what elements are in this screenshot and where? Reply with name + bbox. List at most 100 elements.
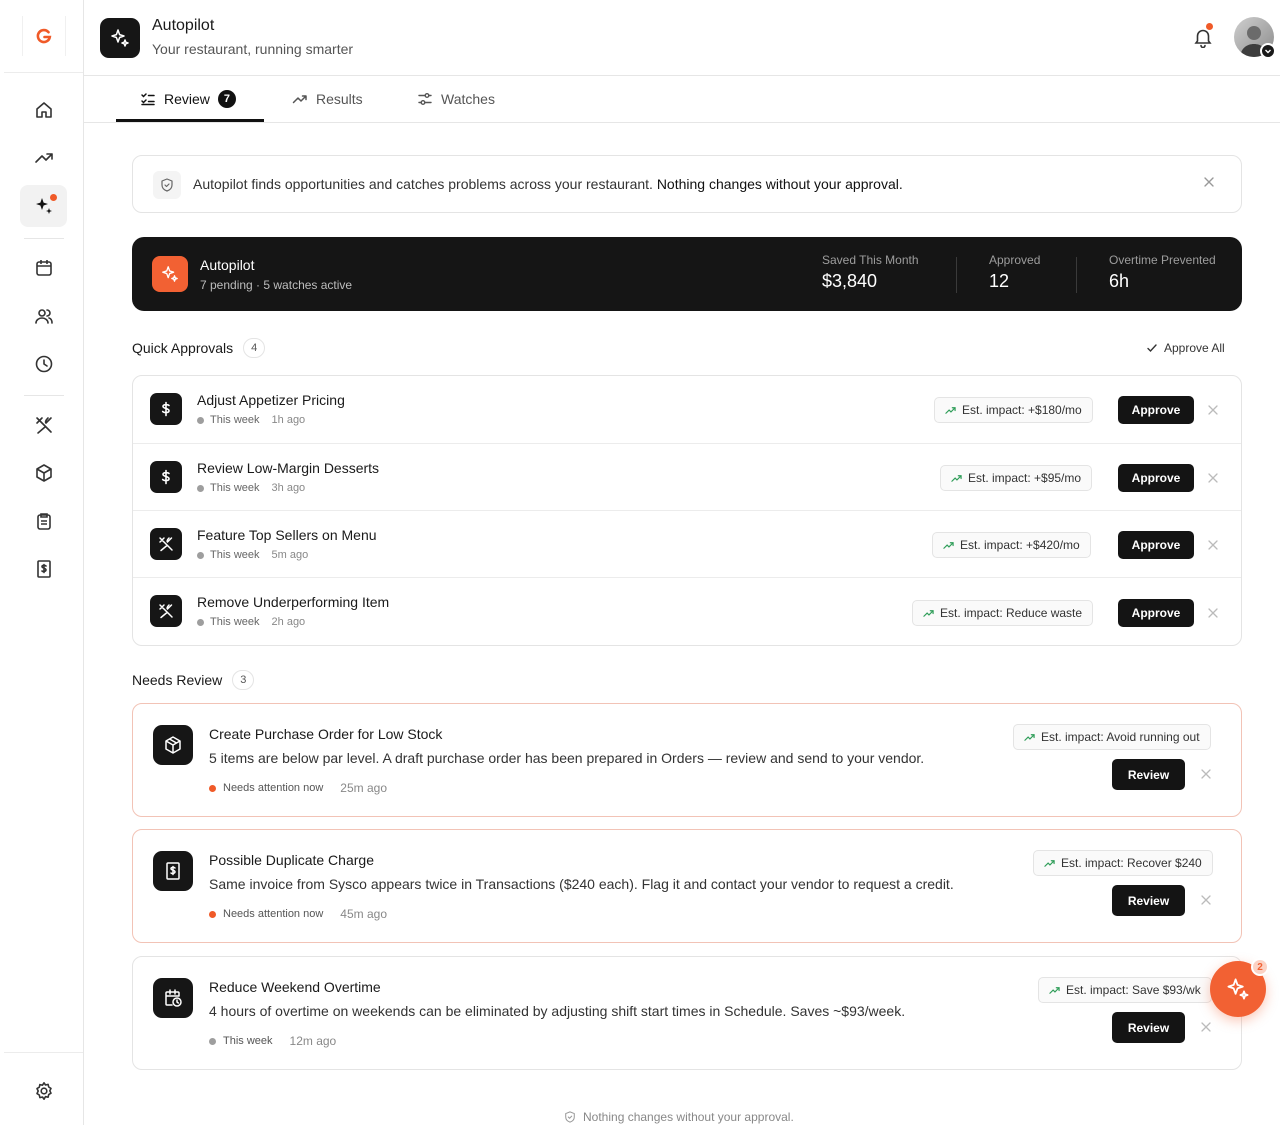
- sliders-icon: [418, 93, 432, 105]
- tab-bar: Review 7 Results Watches: [84, 76, 1280, 123]
- card-status: Needs attention now: [223, 782, 324, 794]
- utensils-icon[interactable]: [20, 404, 67, 446]
- list-item[interactable]: Remove Underperforming Item This week 2h…: [133, 577, 1241, 644]
- users-icon[interactable]: [20, 295, 67, 337]
- trend-up-icon[interactable]: [20, 137, 67, 179]
- approve-button[interactable]: Approve: [1118, 599, 1194, 627]
- approve-button[interactable]: Approve: [1118, 464, 1194, 492]
- calendar-icon[interactable]: [20, 247, 67, 289]
- tab-review-count: 7: [217, 90, 236, 108]
- stat-value: 12: [989, 271, 1010, 291]
- impact-badge: Est. impact: +$420/mo: [932, 532, 1091, 558]
- trend-up-icon: [1044, 859, 1055, 867]
- impact-badge: Est. impact: +$180/mo: [934, 397, 1093, 423]
- footer-note: Nothing changes without your approval.: [564, 1110, 794, 1124]
- clock-icon[interactable]: [20, 343, 67, 385]
- dismiss-icon[interactable]: [1207, 472, 1219, 484]
- stat-label: Saved This Month: [822, 253, 919, 267]
- card-time-ago: 45m ago: [340, 907, 387, 921]
- sparkle-icon[interactable]: [20, 185, 67, 227]
- impact-text: Est. impact: Recover $240: [1061, 856, 1202, 870]
- dismiss-icon[interactable]: [1207, 539, 1219, 551]
- review-card[interactable]: Reduce Weekend Overtime 4 hours of overt…: [132, 956, 1242, 1070]
- card-title: Reduce Weekend Overtime: [209, 979, 381, 995]
- item-title: Review Low-Margin Desserts: [197, 460, 380, 476]
- sparkle-icon: [1227, 978, 1249, 1000]
- gear-icon[interactable]: [20, 1070, 67, 1112]
- impact-badge: Est. impact: Avoid running out: [1013, 724, 1211, 750]
- review-card[interactable]: Possible Duplicate Charge Same invoice f…: [132, 829, 1242, 943]
- notification-dot: [1206, 23, 1213, 30]
- tab-watches-label: Watches: [441, 91, 495, 107]
- list-item[interactable]: Adjust Appetizer Pricing This week 1h ag…: [133, 376, 1241, 443]
- clipboard-icon[interactable]: [20, 500, 67, 542]
- dismiss-icon[interactable]: [1200, 1021, 1212, 1033]
- app-logo[interactable]: [21, 16, 66, 56]
- item-time-ago: 1h ago: [271, 414, 306, 426]
- item-time-ago: 3h ago: [271, 482, 306, 494]
- dismiss-icon[interactable]: [1207, 607, 1219, 619]
- item-when: This week: [210, 414, 260, 426]
- impact-text: Est. impact: +$420/mo: [960, 538, 1080, 552]
- impact-badge: Est. impact: Recover $240: [1033, 850, 1213, 876]
- list-item[interactable]: Feature Top Sellers on Menu This week 5m…: [133, 510, 1241, 577]
- bell-icon[interactable]: [1192, 23, 1214, 48]
- autopilot-app-icon: [100, 18, 140, 58]
- info-banner: Autopilot finds opportunities and catche…: [132, 155, 1242, 213]
- card-status: This week: [223, 1035, 273, 1047]
- banner-text-main: Autopilot finds opportunities and catche…: [193, 176, 653, 192]
- approve-all-button[interactable]: Approve All: [1146, 341, 1225, 355]
- tab-review[interactable]: Review 7: [140, 76, 236, 122]
- active-tab-indicator: [116, 119, 264, 122]
- box-icon: [153, 725, 193, 765]
- receipt-dollar-icon[interactable]: [20, 548, 67, 590]
- trend-up-icon: [292, 95, 307, 104]
- impact-text: Est. impact: Avoid running out: [1041, 730, 1200, 744]
- home-icon[interactable]: [20, 89, 67, 131]
- trend-up-icon: [951, 474, 962, 482]
- review-button[interactable]: Review: [1112, 759, 1185, 790]
- card-description: Same invoice from Sysco appears twice in…: [209, 876, 954, 892]
- approve-button[interactable]: Approve: [1118, 396, 1194, 424]
- review-button[interactable]: Review: [1112, 1012, 1185, 1043]
- close-icon[interactable]: [1203, 176, 1215, 188]
- item-title: Remove Underperforming Item: [197, 594, 390, 610]
- dismiss-icon[interactable]: [1200, 768, 1212, 780]
- impact-text: Est. impact: Save $93/wk: [1066, 983, 1201, 997]
- calendar-clock-icon: [153, 978, 193, 1018]
- dollar-icon: [150, 461, 182, 493]
- sparkle-icon: [152, 256, 188, 292]
- approve-button[interactable]: Approve: [1118, 531, 1194, 559]
- logo-area: [4, 0, 83, 73]
- impact-badge: Est. impact: Save $93/wk: [1038, 977, 1212, 1003]
- item-time-ago: 2h ago: [271, 616, 306, 628]
- list-item[interactable]: Review Low-Margin Desserts This week 3h …: [133, 443, 1241, 510]
- box-icon[interactable]: [20, 452, 67, 494]
- dismiss-icon[interactable]: [1200, 894, 1212, 906]
- review-card[interactable]: Create Purchase Order for Low Stock 5 it…: [132, 703, 1242, 817]
- impact-badge: Est. impact: +$95/mo: [940, 465, 1093, 491]
- stat-value: 6h: [1109, 271, 1130, 291]
- stat-overtime-prevented: Overtime Prevented 6h: [1109, 253, 1216, 292]
- stat-value: $3,840: [822, 271, 878, 291]
- impact-text: Est. impact: +$180/mo: [962, 403, 1082, 417]
- dismiss-icon[interactable]: [1207, 404, 1219, 416]
- chevron-down-icon[interactable]: [1260, 43, 1276, 59]
- sidebar-bottom: [4, 1052, 83, 1125]
- review-button[interactable]: Review: [1112, 885, 1185, 916]
- status-dot: [209, 1037, 216, 1045]
- shield-icon: [153, 171, 181, 199]
- tab-watches[interactable]: Watches: [417, 76, 495, 122]
- banner-text: Autopilot finds opportunities and catche…: [193, 176, 903, 192]
- tab-results[interactable]: Results: [292, 76, 363, 122]
- trend-up-icon: [923, 609, 934, 617]
- stat-label: Overtime Prevented: [1109, 253, 1216, 267]
- trend-up-icon: [1024, 733, 1035, 741]
- status-dot: [197, 618, 204, 626]
- item-meta: This week 3h ago: [197, 482, 305, 494]
- receipt-dollar-icon: [153, 851, 193, 891]
- item-title: Feature Top Sellers on Menu: [197, 527, 377, 543]
- card-meta: Needs attention now 45m ago: [209, 907, 387, 921]
- dollar-icon: [150, 393, 182, 425]
- impact-text: Est. impact: +$95/mo: [968, 471, 1082, 485]
